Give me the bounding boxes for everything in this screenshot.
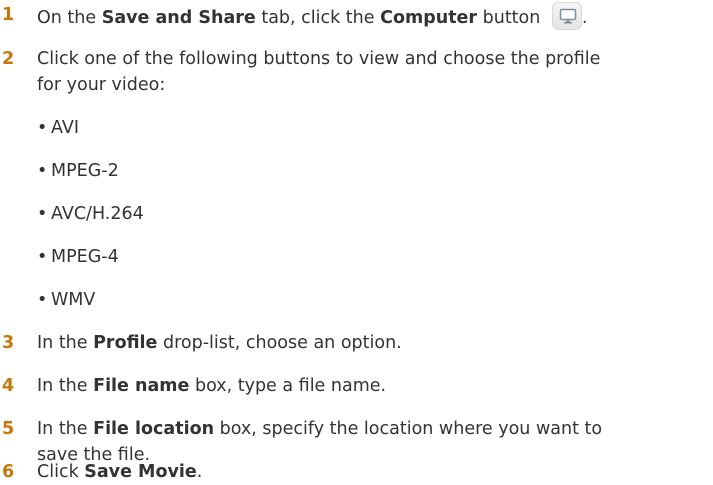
list-item-label: WMV — [51, 290, 96, 310]
text-run: In the — [37, 419, 94, 439]
text-run: tab, click the — [255, 8, 381, 28]
step-text: Click Save Movie. — [37, 459, 697, 485]
list-item: • WMV — [37, 287, 95, 313]
bullet: • — [37, 290, 48, 310]
list-item-label: AVI — [51, 118, 79, 138]
control-name: File location — [93, 419, 215, 439]
text-run: In the — [37, 333, 94, 353]
list-item: • AVC/H.264 — [37, 201, 144, 227]
step-number: 2 — [2, 49, 15, 69]
button-name: Computer — [380, 8, 478, 28]
tab-name: Save and Share — [101, 8, 256, 28]
list-item-label: AVC/H.264 — [51, 204, 144, 224]
text-run: In the — [37, 376, 94, 396]
step-text: In the File name box, type a file name. — [37, 373, 697, 399]
bullet: • — [37, 204, 48, 224]
control-name: File name — [93, 376, 190, 396]
text-run: On the — [37, 8, 102, 28]
step-number: 3 — [2, 333, 15, 353]
step-number: 1 — [2, 5, 15, 25]
list-item-label: MPEG-4 — [51, 247, 119, 267]
control-name: Profile — [93, 333, 158, 353]
list-item: • MPEG-4 — [37, 244, 119, 270]
text-run: Click — [37, 462, 85, 482]
step-text-line: Click one of the following buttons to vi… — [37, 49, 601, 69]
text-run: . — [581, 8, 588, 28]
monitor-icon — [559, 8, 577, 24]
step-text: In the Profile drop-list, choose an opti… — [37, 330, 697, 356]
list-item-label: MPEG-2 — [51, 161, 119, 181]
step-text: Click one of the following buttons to vi… — [37, 46, 697, 98]
bullet: • — [37, 161, 48, 181]
button-name: Save Movie — [84, 462, 197, 482]
step-number: 6 — [2, 462, 15, 482]
bullet: • — [37, 118, 48, 138]
step-number: 4 — [2, 376, 15, 396]
step-text: On the Save and Share tab, click the Com… — [37, 2, 697, 31]
step-text-line: for your video: — [37, 75, 166, 95]
text-run: box, type a file name. — [189, 376, 387, 396]
text-run: box, specify the location where you want… — [214, 419, 603, 439]
list-item: • MPEG-2 — [37, 158, 119, 184]
bullet: • — [37, 247, 48, 267]
computer-button[interactable] — [551, 2, 582, 30]
text-run: . — [196, 462, 203, 482]
list-item: • AVI — [37, 115, 79, 141]
step-number: 5 — [2, 419, 15, 439]
instruction-document: 1 On the Save and Share tab, click the C… — [0, 0, 713, 483]
text-run: button — [477, 8, 546, 28]
text-run: drop-list, choose an option. — [157, 333, 402, 353]
